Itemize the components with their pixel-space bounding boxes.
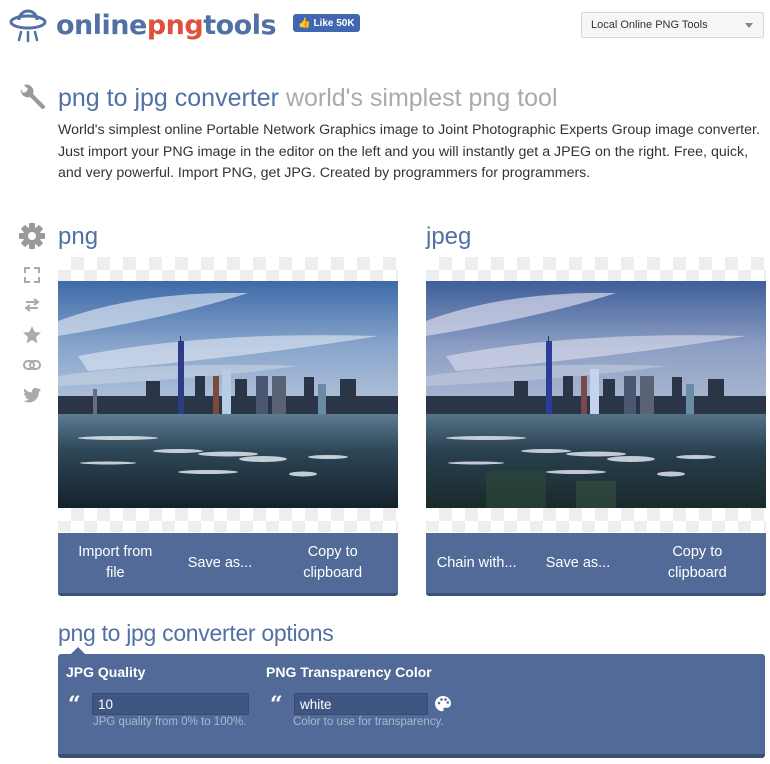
like-count: Like 50K bbox=[313, 17, 355, 29]
transparency-color-label: PNG Transparency Color bbox=[266, 664, 432, 680]
quote-icon: “ bbox=[270, 692, 283, 718]
ufo-logo-icon bbox=[9, 9, 47, 43]
transparency-checker-bottom bbox=[426, 508, 766, 532]
save-as-button[interactable]: Save as... bbox=[173, 553, 268, 574]
logo-text-online: online bbox=[56, 9, 147, 41]
copy-to-clipboard-button[interactable]: Copy to clipboard bbox=[267, 542, 398, 584]
page-title: png to jpg converter world's simplest pn… bbox=[58, 83, 558, 113]
swap-icon[interactable] bbox=[22, 295, 42, 315]
header: onlinepngtools 👍 Like 50K Local Online P… bbox=[0, 0, 770, 50]
quote-icon: “ bbox=[68, 692, 81, 718]
jpg-quality-hint: JPG quality from 0% to 100%. bbox=[93, 716, 247, 728]
fullscreen-icon[interactable] bbox=[22, 265, 42, 285]
logo-text-tools: tools bbox=[203, 9, 277, 41]
input-image bbox=[58, 281, 398, 508]
facebook-like-button[interactable]: 👍 Like 50K bbox=[293, 14, 360, 32]
output-editor-label: jpeg bbox=[426, 223, 472, 250]
jpg-quality-label: JPG Quality bbox=[66, 664, 146, 680]
input-editor-label: png bbox=[58, 223, 99, 250]
output-editor[interactable]: Chain with... Save as... Copy to clipboa… bbox=[426, 257, 766, 597]
jpg-quality-input[interactable] bbox=[92, 693, 249, 715]
transparency-color-input[interactable] bbox=[294, 693, 428, 715]
title-main: png to jpg converter bbox=[58, 84, 279, 112]
logo-text-png: png bbox=[146, 9, 204, 41]
palette-icon[interactable] bbox=[434, 695, 452, 713]
chain-with-button[interactable]: Chain with... bbox=[426, 553, 527, 574]
transparency-color-hint: Color to use for transparency. bbox=[293, 716, 444, 728]
chevron-down-icon bbox=[745, 23, 753, 28]
star-icon[interactable] bbox=[22, 325, 42, 345]
logo[interactable]: onlinepngtools bbox=[8, 6, 277, 44]
input-editor-buttons: Import from file Save as... Copy to clip… bbox=[58, 533, 398, 596]
link-icon[interactable] bbox=[22, 355, 42, 375]
save-as-button[interactable]: Save as... bbox=[527, 553, 628, 574]
input-editor[interactable]: Import from file Save as... Copy to clip… bbox=[58, 257, 398, 597]
import-from-file-button[interactable]: Import from file bbox=[58, 542, 173, 584]
thumbs-up-icon: 👍 bbox=[298, 17, 311, 29]
gear-icon[interactable] bbox=[18, 222, 46, 250]
side-toolbar bbox=[18, 222, 48, 405]
wrench-icon bbox=[20, 84, 46, 110]
transparency-checker-bottom bbox=[58, 508, 398, 532]
transparency-checker-top bbox=[58, 257, 398, 281]
page-title-row: png to jpg converter world's simplest pn… bbox=[17, 83, 558, 113]
options-panel: JPG Quality “ JPG quality from 0% to 100… bbox=[58, 654, 765, 758]
tools-dropdown[interactable]: Local Online PNG Tools bbox=[581, 12, 764, 38]
twitter-icon[interactable] bbox=[22, 385, 42, 405]
transparency-checker-top bbox=[426, 257, 766, 281]
options-title: png to jpg converter options bbox=[58, 620, 334, 646]
copy-to-clipboard-button[interactable]: Copy to clipboard bbox=[629, 542, 766, 584]
output-image bbox=[426, 281, 766, 508]
title-sub: world's simplest png tool bbox=[285, 84, 558, 112]
tools-dropdown-value: Local Online PNG Tools bbox=[591, 19, 708, 31]
tool-description: World's simplest online Portable Network… bbox=[58, 122, 760, 181]
logo-text: onlinepngtools bbox=[56, 9, 277, 41]
output-editor-buttons: Chain with... Save as... Copy to clipboa… bbox=[426, 533, 766, 596]
